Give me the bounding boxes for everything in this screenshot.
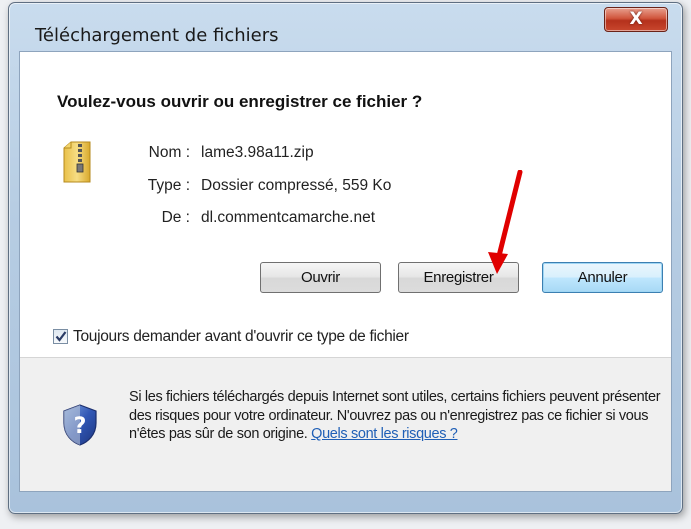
checkmark-icon xyxy=(55,331,67,342)
open-button[interactable]: Ouvrir xyxy=(260,262,381,293)
dialog-client-area: Voulez-vous ouvrir ou enregistrer ce fic… xyxy=(19,51,672,492)
security-warning-text: Si les fichiers téléchargés depuis Inter… xyxy=(129,388,664,444)
file-name-label: Nom : xyxy=(148,144,190,161)
security-warning-panel: ? Si les fichiers téléchargés depuis Int… xyxy=(20,358,671,491)
close-icon: X xyxy=(629,9,643,29)
cancel-button[interactable]: Annuler xyxy=(542,262,663,293)
file-type-value: Dossier compressé, 559 Ko xyxy=(201,177,392,194)
zip-folder-icon xyxy=(63,141,91,183)
shield-question-icon: ? xyxy=(63,404,97,446)
file-source-label: De : xyxy=(161,209,190,226)
file-name-value: lame3.98a11.zip xyxy=(201,144,314,161)
always-ask-label[interactable]: Toujours demander avant d'ouvrir ce type… xyxy=(73,328,409,346)
file-type-row: Type : Dossier compressé, 559 Ko xyxy=(100,177,520,197)
save-button[interactable]: Enregistrer xyxy=(398,262,519,293)
dialog-question: Voulez-vous ouvrir ou enregistrer ce fic… xyxy=(57,92,423,111)
title-bar[interactable]: Téléchargement de fichiers X xyxy=(9,3,682,46)
file-name-row: Nom : lame3.98a11.zip xyxy=(100,144,520,164)
main-area: Voulez-vous ouvrir ou enregistrer ce fic… xyxy=(20,52,671,357)
always-ask-checkbox[interactable] xyxy=(53,329,68,344)
file-source-row: De : dl.commentcamarche.net xyxy=(100,209,520,229)
download-dialog-window: Téléchargement de fichiers X Voulez-vous… xyxy=(8,2,683,514)
risks-link[interactable]: Quels sont les risques ? xyxy=(311,426,458,442)
file-type-label: Type : xyxy=(147,177,190,194)
close-button[interactable]: X xyxy=(604,7,668,32)
svg-text:?: ? xyxy=(74,414,87,439)
file-source-value: dl.commentcamarche.net xyxy=(201,209,376,226)
window-title: Téléchargement de fichiers xyxy=(35,25,279,46)
